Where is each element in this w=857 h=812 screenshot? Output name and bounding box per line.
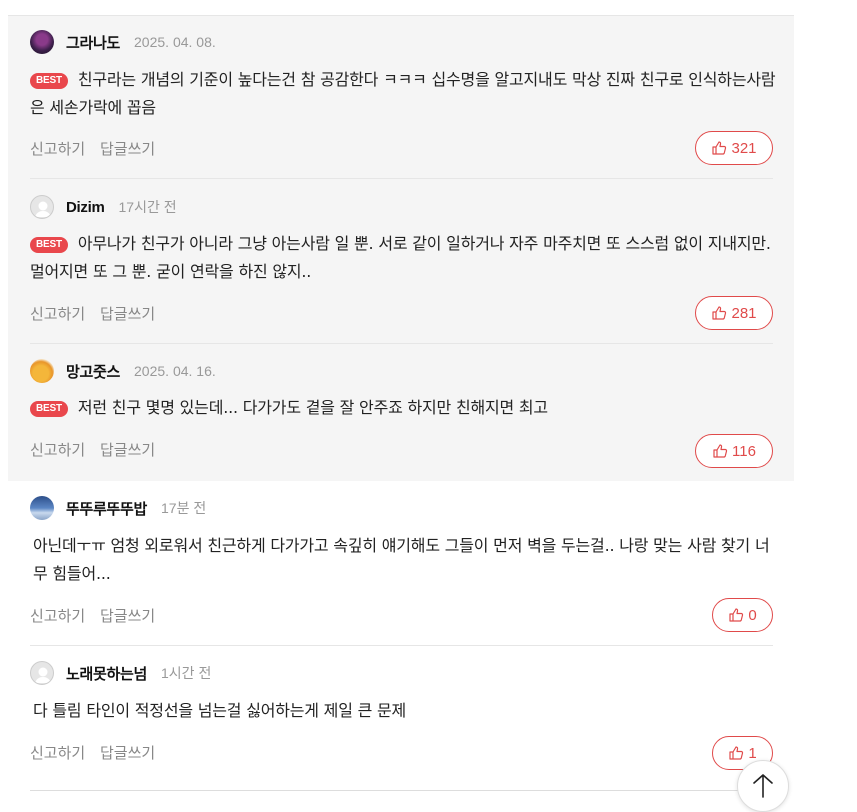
like-count: 321 [731, 139, 757, 157]
scroll-to-top-button[interactable] [737, 760, 789, 812]
nickname[interactable]: 망고줏스 [66, 361, 120, 382]
best-badge: BEST [30, 73, 68, 89]
best-badge: BEST [30, 237, 68, 253]
report-link[interactable]: 신고하기 [30, 140, 85, 158]
report-link[interactable]: 신고하기 [30, 441, 85, 459]
comment-header: 뚜뚜루뚜뚜밥 17분 전 [30, 495, 206, 521]
nickname[interactable]: 그라나도 [66, 32, 120, 53]
timestamp: 2025. 04. 08. [134, 34, 216, 50]
comment-text-block: BEST 아무나가 친구가 아니라 그냥 아는사람 일 뿐. 서로 같이 일하거나… [30, 230, 780, 286]
comment-text-block: 아닌데ㅜㅠ 엄청 외로워서 친근하게 다가가고 속깊히 얘기해도 그들이 먼저 … [30, 532, 780, 588]
reply-link[interactable]: 답글쓰기 [100, 305, 155, 323]
like-button[interactable]: 0 [712, 598, 773, 632]
comment-header: 노래못하는넘 1시간 전 [30, 660, 211, 686]
report-link[interactable]: 신고하기 [30, 744, 85, 762]
reply-link[interactable]: 답글쓰기 [100, 441, 155, 459]
comment-text-block: 다 틀림 타인이 적정선을 넘는걸 싫어하는게 제일 큰 문제 [30, 697, 780, 725]
comment-actions: 신고하기 답글쓰기 [30, 742, 165, 763]
timestamp: 1시간 전 [161, 665, 212, 681]
report-link[interactable]: 신고하기 [30, 607, 85, 625]
comment-text: 다 틀림 타인이 적정선을 넘는걸 싫어하는게 제일 큰 문제 [33, 701, 407, 720]
comment-text-block: BEST 저런 친구 몇명 있는데... 다가가도 곁을 잘 안주죠 하지만 친해… [30, 394, 780, 422]
comment-actions: 신고하기 답글쓰기 [30, 439, 165, 460]
divider [30, 343, 773, 344]
comment-section: 그라나도 2025. 04. 08. BEST 친구라는 개념의 기준이 높다는건… [0, 0, 857, 812]
comment-actions: 신고하기 답글쓰기 [30, 303, 165, 324]
reply-link[interactable]: 답글쓰기 [100, 140, 155, 158]
divider [30, 790, 773, 791]
like-count: 0 [748, 606, 757, 624]
comment-text: 저런 친구 몇명 있는데... 다가가도 곁을 잘 안주죠 하지만 친해지면 최… [77, 398, 548, 417]
reply-link[interactable]: 답글쓰기 [100, 744, 155, 762]
divider [30, 645, 773, 646]
nickname[interactable]: Dizim [66, 199, 105, 216]
reply-link[interactable]: 답글쓰기 [100, 607, 155, 625]
like-count: 281 [731, 304, 757, 322]
comment-actions: 신고하기 답글쓰기 [30, 605, 165, 626]
avatar[interactable] [30, 496, 54, 520]
divider [30, 178, 773, 179]
thumbs-up-icon [713, 444, 728, 458]
comment-text: 아무나가 친구가 아니라 그냥 아는사람 일 뿐. 서로 같이 일하거나 자주 … [30, 234, 771, 281]
avatar[interactable] [30, 30, 54, 54]
like-button[interactable]: 116 [695, 434, 773, 468]
report-link[interactable]: 신고하기 [30, 305, 85, 323]
comment-header: 그라나도 2025. 04. 08. [30, 29, 216, 55]
nickname[interactable]: 노래못하는넘 [66, 663, 147, 684]
comment-header: 망고줏스 2025. 04. 16. [30, 358, 216, 384]
timestamp: 17분 전 [161, 500, 207, 516]
comment-text: 친구라는 개념의 기준이 높다는건 참 공감한다 ㅋㅋㅋ 십수명을 알고지내도 … [30, 70, 776, 117]
nickname[interactable]: 뚜뚜루뚜뚜밥 [66, 498, 147, 519]
like-button[interactable]: 321 [695, 131, 773, 165]
thumbs-up-icon [712, 306, 727, 320]
like-count: 1 [748, 744, 757, 762]
thumbs-up-icon [729, 746, 744, 760]
timestamp: 2025. 04. 16. [134, 363, 216, 379]
thumbs-up-icon [712, 141, 727, 155]
comment-text-block: BEST 친구라는 개념의 기준이 높다는건 참 공감한다 ㅋㅋㅋ 십수명을 알고… [30, 66, 780, 122]
comment-text: 아닌데ㅜㅠ 엄청 외로워서 친근하게 다가가고 속깊히 얘기해도 그들이 먼저 … [33, 536, 770, 583]
comment-actions: 신고하기 답글쓰기 [30, 138, 165, 159]
avatar[interactable] [30, 195, 54, 219]
thumbs-up-icon [729, 608, 744, 622]
like-count: 116 [732, 442, 756, 460]
best-badge: BEST [30, 401, 68, 417]
avatar[interactable] [30, 661, 54, 685]
arrow-up-icon [753, 774, 773, 798]
like-button[interactable]: 281 [695, 296, 773, 330]
timestamp: 17시간 전 [118, 199, 177, 215]
comment-header: Dizim 17시간 전 [30, 194, 177, 220]
avatar[interactable] [30, 359, 54, 383]
